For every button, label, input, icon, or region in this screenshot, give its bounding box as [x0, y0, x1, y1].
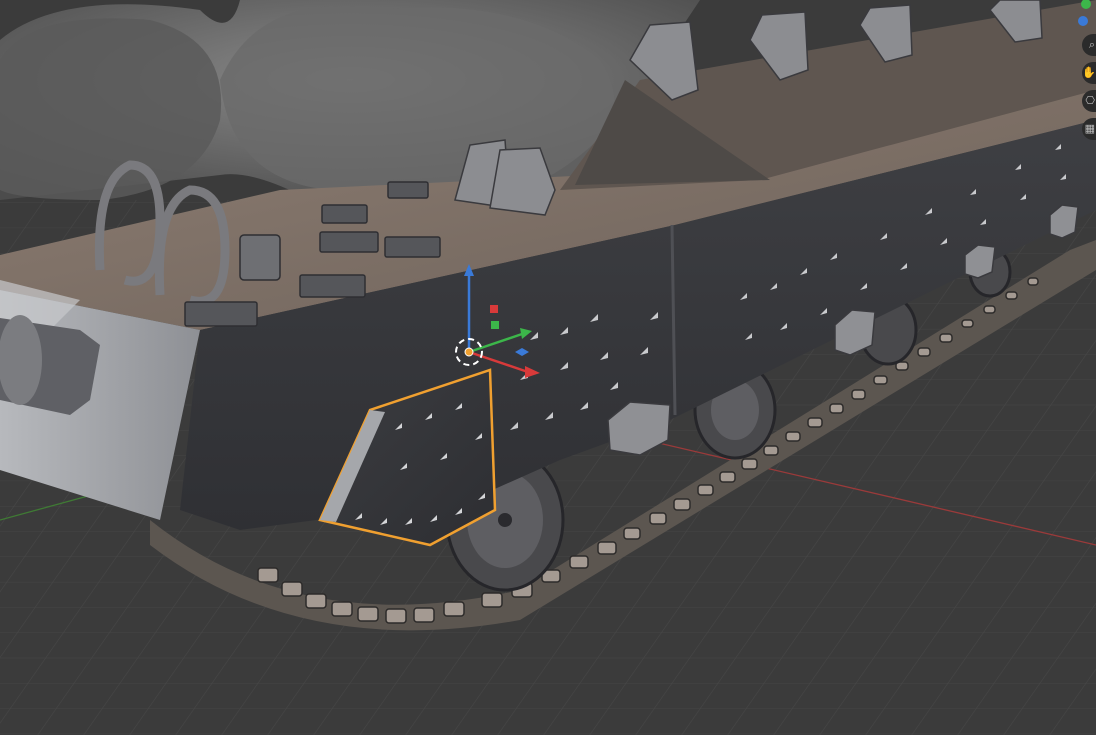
camera-icon[interactable]: ⎔	[1082, 90, 1096, 112]
pan-hand-icon[interactable]: ✋	[1082, 62, 1096, 84]
z-axis-dot-icon[interactable]	[1078, 16, 1088, 26]
zoom-icon[interactable]: ⌕	[1082, 34, 1096, 56]
perspective-grid-icon[interactable]: ▦	[1082, 118, 1096, 140]
viewport-tools: ⌕ ✋ ⎔ ▦	[1082, 34, 1096, 140]
3d-viewport[interactable]: ⌕ ✋ ⎔ ▦	[0, 0, 1096, 735]
y-axis-dot-icon[interactable]	[1081, 0, 1091, 9]
xz-plane-handle[interactable]	[491, 321, 499, 329]
yz-plane-handle[interactable]	[490, 305, 498, 313]
scene-canvas[interactable]	[0, 0, 1096, 735]
origin-dot	[464, 347, 474, 357]
